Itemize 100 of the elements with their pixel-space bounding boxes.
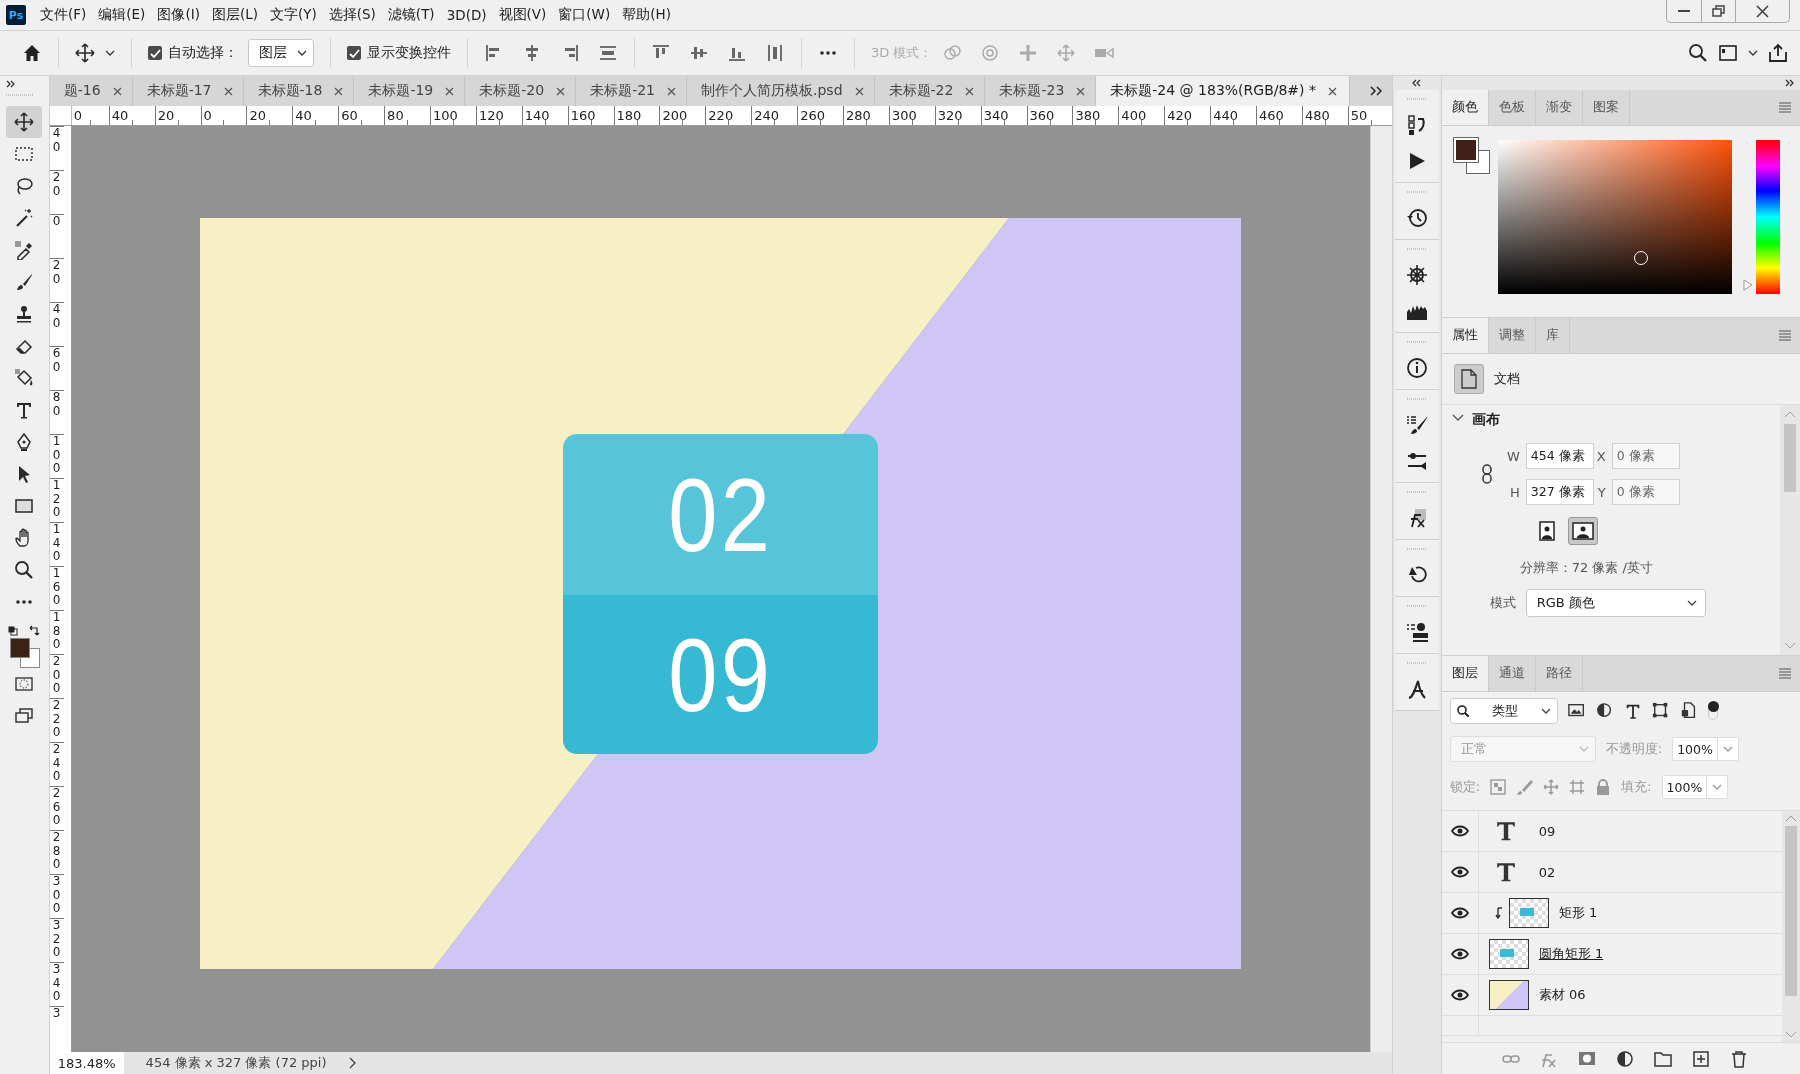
expand-icon[interactable] <box>348 1057 356 1069</box>
menu-item[interactable]: 图像(I) <box>151 6 206 24</box>
document-tab[interactable]: 未标题-24 @ 183%(RGB/8#) * <box>1096 76 1350 106</box>
close-icon[interactable] <box>1076 86 1086 96</box>
adjustment-layer-icon[interactable] <box>1616 1049 1634 1068</box>
input-field[interactable]: 0 像素 <box>1611 443 1680 469</box>
menu-item[interactable]: 选择(S) <box>322 6 382 24</box>
layer-row[interactable]: 09 <box>1441 811 1782 852</box>
panel-tab[interactable]: 路径 <box>1535 656 1583 691</box>
close-icon[interactable] <box>854 86 864 96</box>
close-icon[interactable] <box>334 86 344 96</box>
brush-settings-icon[interactable] <box>1405 414 1428 436</box>
history-icon[interactable] <box>1405 207 1428 229</box>
visibility-eye-icon[interactable] <box>1450 907 1469 919</box>
visibility-eye-icon[interactable] <box>1450 825 1469 837</box>
menu-item[interactable]: 帮助(H) <box>616 6 677 24</box>
checkbox[interactable] <box>347 46 361 60</box>
document-button[interactable] <box>1453 364 1484 394</box>
layer-row[interactable]: 02 <box>1441 852 1782 893</box>
panel-tab[interactable]: 调整 <box>1488 318 1536 353</box>
history-brush-icon[interactable] <box>1405 114 1428 136</box>
close-icon[interactable] <box>667 86 676 96</box>
mode-dropdown[interactable]: RGB 颜色 <box>1525 589 1706 617</box>
adjustment-sliders-icon[interactable] <box>1405 450 1428 472</box>
number-text: 09 <box>668 622 774 727</box>
input-field[interactable]: 0 像素 <box>1611 479 1680 505</box>
panel-tab[interactable]: 渐变 <box>1535 90 1583 125</box>
menu-item[interactable]: 滤镜(T) <box>381 6 441 24</box>
mode-label: 模式 <box>1489 594 1516 612</box>
link-icon[interactable] <box>1481 464 1492 484</box>
field-label: Y <box>1596 484 1607 500</box>
close-icon[interactable] <box>223 86 233 96</box>
home-icon[interactable] <box>22 43 42 63</box>
landscape-orientation-button[interactable] <box>1567 517 1598 545</box>
panel-tab[interactable]: 图案 <box>1582 90 1630 125</box>
panel-tab[interactable]: 颜色 <box>1441 90 1489 125</box>
color-swatches[interactable] <box>10 638 41 668</box>
collapse-icon[interactable] <box>6 80 15 88</box>
section-title[interactable]: 画布 <box>1471 411 1500 429</box>
info-icon[interactable] <box>1405 357 1428 379</box>
panel-tab[interactable]: 通道 <box>1488 656 1536 691</box>
distribute-icon[interactable] <box>598 43 618 63</box>
close-icon[interactable] <box>445 86 455 96</box>
panel-tab[interactable]: 色板 <box>1488 90 1536 125</box>
share-icon[interactable] <box>1768 43 1788 63</box>
adjustment-filter-icon[interactable] <box>1595 702 1614 720</box>
tab-title: 制作个人简历模板.psd <box>701 82 843 100</box>
target-dropdown[interactable]: 图层 <box>248 39 314 67</box>
expand-icon[interactable] <box>1785 79 1794 87</box>
visibility-eye-icon[interactable] <box>1450 989 1469 1001</box>
zoom-level[interactable]: 183.48% <box>49 1052 124 1074</box>
search-icon[interactable] <box>1688 43 1708 63</box>
menu-item[interactable]: 窗口(W) <box>552 6 617 24</box>
more-icon[interactable] <box>818 49 838 57</box>
menu-item[interactable]: 视图(V) <box>492 6 553 24</box>
close-icon[interactable] <box>112 86 122 96</box>
close-icon[interactable] <box>965 86 975 96</box>
mask-icon[interactable] <box>1578 1050 1596 1067</box>
input-field[interactable]: 327 像素 <box>1525 479 1594 505</box>
default-colors-icon[interactable] <box>8 626 19 636</box>
distribute-vertical-icon[interactable] <box>765 43 785 63</box>
app-logo[interactable]: Ps <box>6 5 26 25</box>
visibility-eye-icon[interactable] <box>1450 948 1469 960</box>
menu-item[interactable]: 文件(F) <box>34 6 93 24</box>
shape-filter-icon[interactable] <box>1651 702 1670 720</box>
layer-row[interactable]: 矩形 1 <box>1441 893 1782 934</box>
menu-item[interactable]: 图层(L) <box>205 6 264 24</box>
scrollbar-thumb[interactable] <box>1784 424 1796 492</box>
color-field[interactable] <box>1497 140 1732 294</box>
trash-icon[interactable] <box>1730 1049 1748 1068</box>
workspace-icon[interactable] <box>1718 43 1738 63</box>
wheel-icon[interactable] <box>1405 264 1428 286</box>
move-icon[interactable] <box>75 43 95 63</box>
hue-marker-icon[interactable] <box>1742 278 1753 291</box>
more-tabs-icon[interactable] <box>1369 86 1382 96</box>
collapse-icon[interactable] <box>1412 79 1422 87</box>
visibility-eye-icon[interactable] <box>1450 866 1469 878</box>
swap-colors-icon[interactable] <box>28 625 41 637</box>
close-icon[interactable] <box>556 86 566 96</box>
menu-item[interactable]: 文字(Y) <box>263 6 323 24</box>
folder-icon[interactable] <box>1654 1049 1672 1068</box>
menu-item[interactable]: 编辑(E) <box>92 6 152 24</box>
panel-tab[interactable]: 属性 <box>1441 318 1489 353</box>
layer-row[interactable]: 圆角矩形 1 <box>1441 934 1782 975</box>
color-swatches[interactable] <box>1453 138 1492 176</box>
clone-source-icon[interactable] <box>1405 621 1428 643</box>
close-icon[interactable] <box>1328 86 1337 96</box>
smart-object-filter-icon[interactable] <box>1679 702 1698 720</box>
opacity-label: 不透明度: <box>1605 740 1663 758</box>
panel-tab[interactable]: 图层 <box>1441 656 1489 691</box>
layer-row[interactable]: 素材 06 <box>1441 975 1782 1016</box>
input-field[interactable]: 454 像素 <box>1525 443 1594 469</box>
filter-dropdown[interactable]: 类型 <box>1449 698 1558 724</box>
new-layer-icon[interactable] <box>1692 1049 1710 1068</box>
scrollbar-thumb[interactable] <box>1785 826 1797 996</box>
menu-item[interactable]: 3D(D) <box>440 7 493 23</box>
checkbox[interactable] <box>148 46 162 60</box>
panel-tab[interactable]: 库 <box>1535 318 1570 353</box>
text-layer-icon <box>1494 820 1517 842</box>
move-tool-button[interactable] <box>6 106 43 138</box>
